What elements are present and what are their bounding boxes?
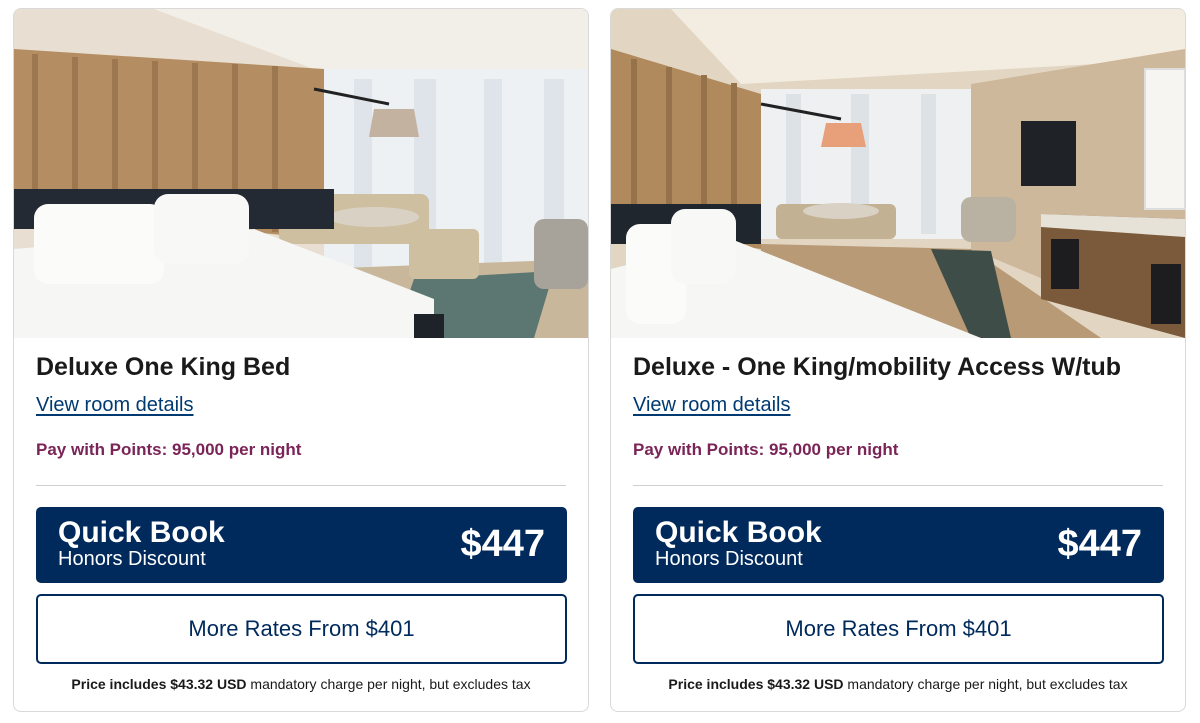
room-card-list: Deluxe One King Bed View room details Pa… [0,0,1200,723]
view-room-details-link[interactable]: View room details [633,394,790,417]
quick-book-label: Quick Book [655,516,822,549]
room-photo[interactable] [14,9,588,338]
room-card: Deluxe - One King/mobility Access W/tub … [610,8,1186,712]
price-note: Price includes $43.32 USD mandatory char… [611,676,1185,692]
more-rates-button[interactable]: More Rates From $401 [36,594,567,664]
price-note-amount: Price includes $43.32 USD [668,676,844,692]
room-photo[interactable] [611,9,1185,338]
room-title: Deluxe - One King/mobility Access W/tub [633,353,1122,381]
price-note-text: mandatory charge per night, but excludes… [246,676,531,692]
room-photo-illustration [14,9,588,338]
price-note-amount: Price includes $43.32 USD [71,676,247,692]
divider [633,485,1163,486]
quick-book-button[interactable]: Quick Book Honors Discount $447 [633,507,1164,583]
quick-book-price: $447 [460,523,545,565]
view-room-details-link[interactable]: View room details [36,394,193,417]
quick-book-label: Quick Book [58,516,225,549]
divider [36,485,566,486]
more-rates-button[interactable]: More Rates From $401 [633,594,1164,664]
points-price-text: Pay with Points: 95,000 per night [633,440,899,459]
room-card: Deluxe One King Bed View room details Pa… [13,8,589,712]
room-title: Deluxe One King Bed [36,353,291,381]
price-note-text: mandatory charge per night, but excludes… [843,676,1128,692]
room-photo-illustration [611,9,1185,338]
rate-name-label: Honors Discount [655,548,803,570]
rate-name-label: Honors Discount [58,548,206,570]
quick-book-price: $447 [1057,523,1142,565]
quick-book-button[interactable]: Quick Book Honors Discount $447 [36,507,567,583]
points-price-text: Pay with Points: 95,000 per night [36,440,302,459]
price-note: Price includes $43.32 USD mandatory char… [14,676,588,692]
